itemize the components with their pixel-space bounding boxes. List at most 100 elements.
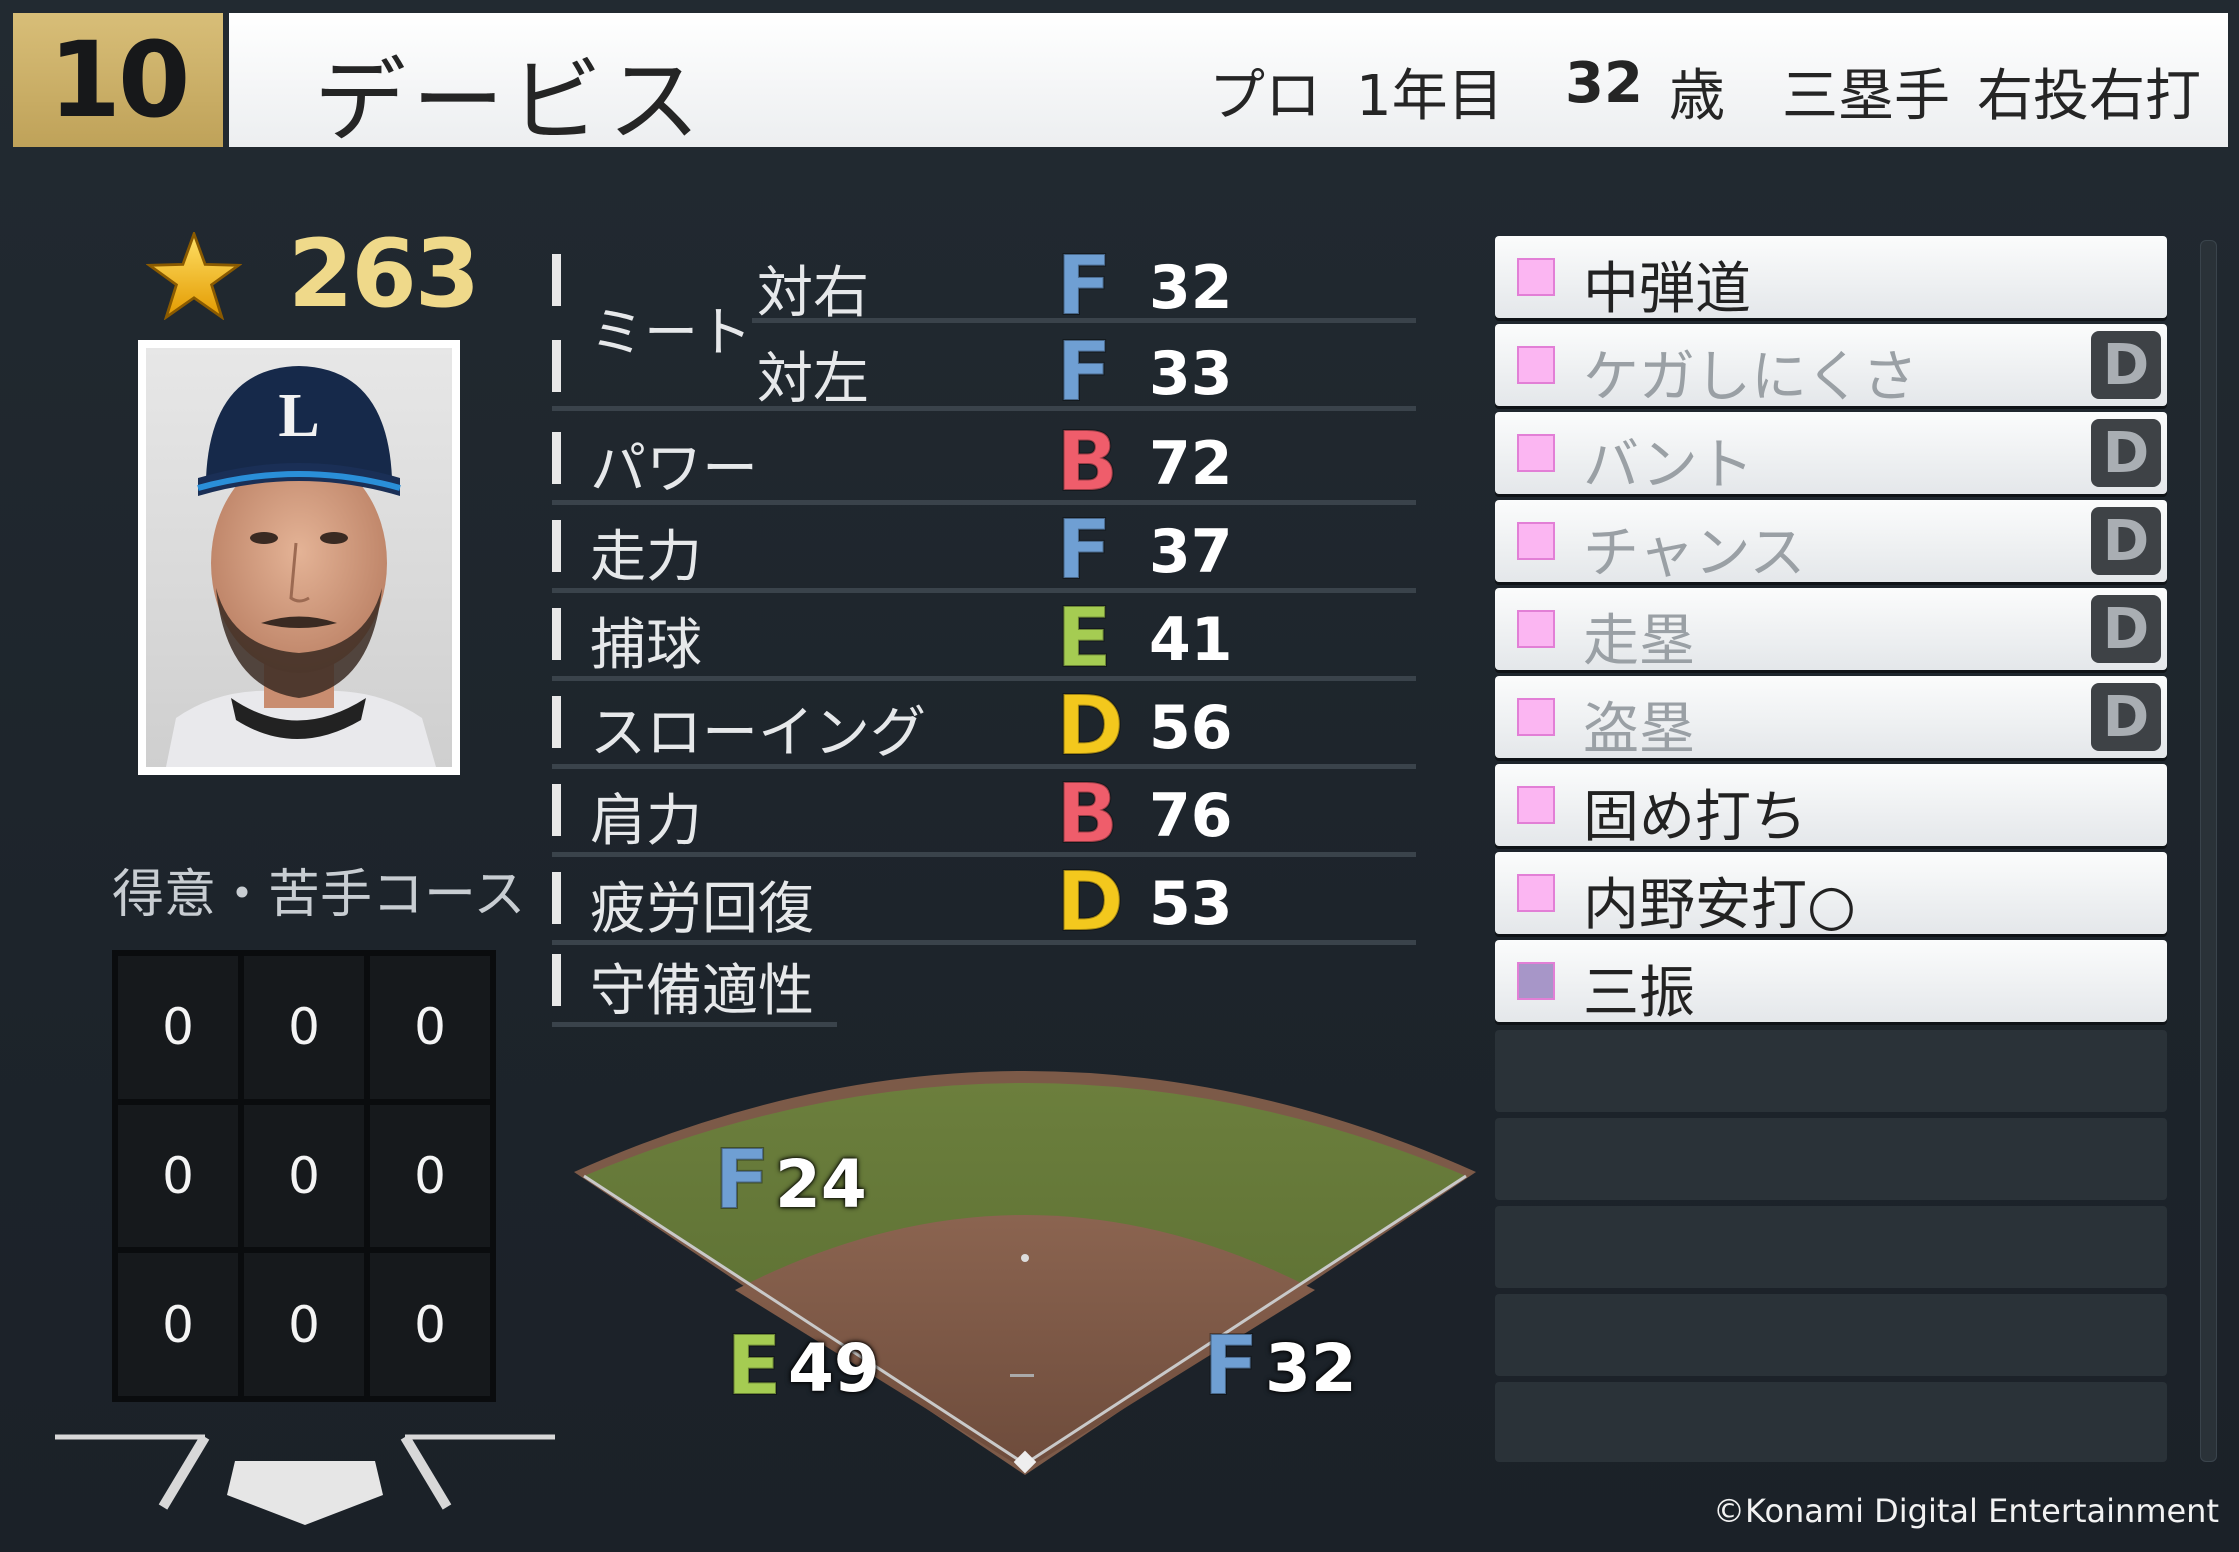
star-icon bbox=[146, 232, 242, 320]
stat-label: 走力 bbox=[590, 525, 702, 590]
grade-left-field: E bbox=[725, 1319, 783, 1414]
ability-rank-badge: D bbox=[2091, 419, 2161, 487]
ability-color-swatch bbox=[1517, 874, 1555, 912]
stat-grade: E bbox=[1055, 591, 1113, 686]
stat-value: 72 bbox=[1149, 429, 1233, 499]
zone-cell: 0 bbox=[118, 1253, 238, 1396]
ability-rank-badge: D bbox=[2091, 331, 2161, 399]
stat-row: 捕球 E 41 bbox=[552, 594, 1416, 682]
ability-rank-badge: D bbox=[2091, 683, 2161, 751]
ability-item[interactable]: 内野安打○ bbox=[1495, 852, 2167, 938]
ability-scrollbar[interactable] bbox=[2200, 240, 2217, 1462]
stat-grade: D bbox=[1055, 679, 1125, 774]
ability-label: 盗塁 bbox=[1583, 697, 1695, 762]
value-right-field: 32 bbox=[1265, 1330, 1357, 1407]
ability-item[interactable]: 中弾道 bbox=[1495, 236, 2167, 322]
career-year: 1年目 bbox=[1356, 64, 1504, 129]
zone-cell: 0 bbox=[244, 956, 364, 1099]
zone-cell: 0 bbox=[244, 1104, 364, 1248]
defense-field: F 24 E 49 F 32 bbox=[560, 1030, 1490, 1500]
stat-value: 41 bbox=[1149, 605, 1233, 675]
stat-value: 37 bbox=[1149, 517, 1233, 587]
stat-row: 疲労回復 D 53 bbox=[552, 858, 1416, 946]
ability-label: 走塁 bbox=[1583, 609, 1695, 674]
grade-meet-left: F bbox=[1055, 325, 1113, 420]
stat-row: パワー B 72 bbox=[552, 418, 1416, 506]
player-age: 32 bbox=[1565, 51, 1643, 116]
stat-label: スローイング bbox=[590, 701, 926, 766]
throws-bats: 右投右打 bbox=[1977, 64, 2201, 129]
ability-item[interactable]: 盗塁 D bbox=[1495, 676, 2167, 762]
uniform-number: 10 bbox=[13, 13, 223, 147]
copyright-notice: ©Konami Digital Entertainment bbox=[1713, 1492, 2219, 1530]
ability-label: バント bbox=[1583, 433, 1754, 498]
value-center-field: 24 bbox=[775, 1146, 867, 1223]
zone-cell: 0 bbox=[118, 1104, 238, 1248]
ability-color-swatch bbox=[1517, 258, 1555, 296]
ability-label: 中弾道 bbox=[1583, 257, 1751, 322]
grade-meet-right: F bbox=[1055, 239, 1113, 334]
stat-label-meet: ミート bbox=[590, 301, 752, 364]
ability-item[interactable]: 固め打ち bbox=[1495, 764, 2167, 850]
ability-slot-empty bbox=[1495, 1382, 2167, 1462]
zone-cell: 0 bbox=[370, 1104, 490, 1248]
ability-color-swatch bbox=[1517, 434, 1555, 472]
stat-row: スローイング D 56 bbox=[552, 682, 1416, 770]
stat-label-meet-left: 対左 bbox=[757, 347, 869, 412]
grade-center-field: F bbox=[713, 1133, 771, 1228]
ability-color-swatch bbox=[1517, 962, 1555, 1000]
name-bar: デービス プロ 1年目 32 歳 三塁手 右投右打 bbox=[229, 13, 2228, 155]
ability-color-swatch bbox=[1517, 786, 1555, 824]
ability-label: 固め打ち bbox=[1583, 785, 1807, 850]
player-portrait: L bbox=[138, 340, 460, 775]
ability-color-swatch bbox=[1517, 610, 1555, 648]
zone-cell: 0 bbox=[244, 1253, 364, 1396]
ability-item[interactable]: ケガしにくさ D bbox=[1495, 324, 2167, 410]
ability-slot-empty bbox=[1495, 1294, 2167, 1376]
stat-row: 走力 F 37 bbox=[552, 506, 1416, 594]
hot-cold-zone-grid: 0 0 0 0 0 0 0 0 0 bbox=[112, 950, 496, 1402]
career-label: プロ bbox=[1209, 64, 1321, 129]
ability-label: チャンス bbox=[1583, 521, 1806, 586]
stat-label: 肩力 bbox=[590, 789, 702, 854]
zone-cell: 0 bbox=[118, 956, 238, 1099]
ability-label: 三振 bbox=[1583, 961, 1695, 1026]
ability-item[interactable]: チャンス D bbox=[1495, 500, 2167, 586]
player-name: デービス bbox=[314, 48, 707, 155]
svg-text:L: L bbox=[278, 382, 319, 450]
home-plate-icon bbox=[55, 1434, 555, 1525]
ability-slot-empty bbox=[1495, 1206, 2167, 1288]
course-title: 得意・苦手コース bbox=[112, 865, 526, 925]
stat-label: 疲労回復 bbox=[590, 877, 814, 942]
stat-row: 肩力 B 76 bbox=[552, 770, 1416, 858]
value-meet-right: 32 bbox=[1149, 253, 1233, 323]
ability-item[interactable]: 走塁 D bbox=[1495, 588, 2167, 674]
ability-item[interactable]: バント D bbox=[1495, 412, 2167, 498]
grade-right-field: F bbox=[1202, 1319, 1260, 1414]
ability-label: ケガしにくさ bbox=[1583, 345, 1918, 410]
zone-cell: 0 bbox=[370, 1253, 490, 1396]
player-header: 10 デービス プロ 1年目 32 歳 三塁手 右投右打 bbox=[13, 13, 2228, 155]
ability-rank-badge: D bbox=[2091, 595, 2161, 663]
stat-label-defense: 守備適性 bbox=[590, 959, 814, 1024]
stat-label: パワー bbox=[590, 437, 758, 502]
stat-defense: 守備適性 bbox=[552, 940, 1416, 1030]
ability-color-swatch bbox=[1517, 522, 1555, 560]
zone-cell: 0 bbox=[370, 956, 490, 1099]
ability-color-swatch bbox=[1517, 346, 1555, 384]
baseball-field-diagram bbox=[574, 1071, 1476, 1475]
ability-slot-empty bbox=[1495, 1118, 2167, 1200]
ability-rank-badge: D bbox=[2091, 507, 2161, 575]
stat-grade: B bbox=[1055, 767, 1120, 862]
ability-color-swatch bbox=[1517, 698, 1555, 736]
stat-grade: D bbox=[1055, 855, 1125, 950]
stat-label-meet-right: 対右 bbox=[757, 261, 869, 326]
value-left-field: 49 bbox=[788, 1330, 880, 1407]
stat-grade: F bbox=[1055, 503, 1113, 598]
player-position: 三塁手 bbox=[1782, 64, 1950, 129]
ability-label: 内野安打○ bbox=[1583, 873, 1856, 938]
ability-item[interactable]: 三振 bbox=[1495, 940, 2167, 1026]
value-meet-left: 33 bbox=[1149, 339, 1233, 409]
stat-value: 56 bbox=[1149, 693, 1233, 763]
stat-value: 76 bbox=[1149, 781, 1233, 851]
